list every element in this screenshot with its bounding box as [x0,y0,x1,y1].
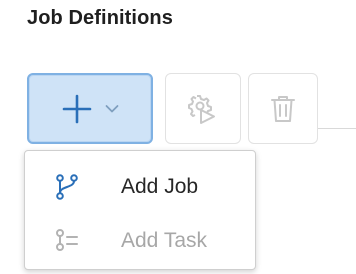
add-button[interactable] [27,73,153,144]
add-dropdown-menu: Add Job Add Task [24,150,256,270]
menu-item-add-job[interactable]: Add Job [25,159,255,215]
delete-button[interactable] [248,73,318,144]
branch-icon [56,174,78,200]
job-definitions-page: Job Definitions Add Job Add Task [0,0,356,274]
toolbar-divider [318,128,356,129]
menu-item-label: Add Task [121,229,207,252]
trash-icon [271,95,295,122]
menu-item-label: Add Job [121,175,199,198]
chevron-down-icon[interactable] [105,104,119,114]
plus-icon [62,94,92,123]
task-list-icon [56,229,78,251]
menu-item-add-task[interactable]: Add Task [25,213,255,269]
run-job-button[interactable] [165,73,241,144]
page-title: Job Definitions [27,7,173,29]
gear-run-icon [188,94,215,124]
